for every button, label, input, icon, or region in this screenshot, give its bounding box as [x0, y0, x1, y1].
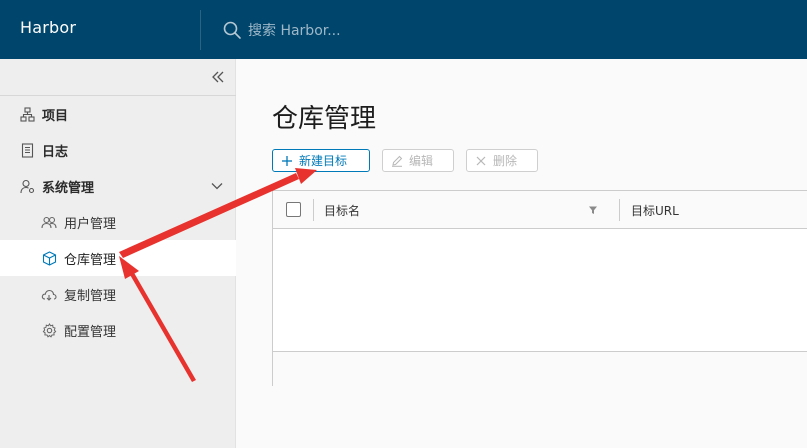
close-icon [476, 156, 486, 165]
targets-table: 目标名 目标URL [272, 190, 807, 386]
sidebar-item-users[interactable]: 用户管理 [0, 204, 236, 240]
column-header-target-name[interactable]: 目标名 [324, 202, 360, 219]
registry-box-icon [41, 250, 57, 266]
search-input[interactable]: 搜索 Harbor... [248, 20, 341, 40]
filter-icon[interactable] [588, 205, 598, 215]
sidebar-item-registries[interactable]: 仓库管理 [0, 240, 236, 276]
select-all-checkbox[interactable] [286, 202, 301, 217]
projects-icon [19, 106, 35, 122]
sidebar-item-label: 系统管理 [42, 180, 95, 196]
logs-icon [19, 142, 35, 158]
sidebar-item-projects[interactable]: 项目 [0, 96, 236, 132]
new-target-label: 新建目标 [299, 154, 348, 168]
table-header: 目标名 目标URL [273, 191, 807, 229]
sidebar-item-label: 项目 [42, 108, 69, 124]
sidebar-item-label: 用户管理 [64, 216, 117, 232]
header-divider [200, 10, 201, 50]
chevron-down-icon[interactable] [210, 179, 224, 193]
edit-label: 编辑 [409, 154, 434, 168]
double-chevron-left-icon [212, 71, 224, 83]
admin-icon [19, 178, 35, 194]
delete-label: 删除 [493, 154, 518, 168]
sidebar-item-label: 仓库管理 [64, 252, 117, 268]
search-icon [223, 21, 241, 39]
sidebar-item-configuration[interactable]: 配置管理 [0, 312, 236, 348]
sidebar: 项目 日志 系统管理 用户管理 仓库管理 复制管理 配置管理 [0, 59, 236, 448]
sidebar-item-logs[interactable]: 日志 [0, 132, 236, 168]
new-target-button[interactable]: 新建目标 [272, 149, 370, 172]
edit-button[interactable]: 编辑 [382, 149, 454, 172]
column-header-target-url[interactable]: 目标URL [631, 202, 679, 219]
sidebar-item-replication[interactable]: 复制管理 [0, 276, 236, 312]
collapse-sidebar-button[interactable] [207, 66, 229, 88]
top-header: Harbor 搜索 Harbor... [0, 0, 807, 59]
sidebar-item-label: 配置管理 [64, 324, 117, 340]
column-divider [619, 199, 620, 221]
table-footer [273, 351, 807, 386]
search-box[interactable]: 搜索 Harbor... [222, 19, 341, 41]
page-title: 仓库管理 [272, 104, 377, 134]
sidebar-item-label: 复制管理 [64, 288, 117, 304]
sidebar-item-admin[interactable]: 系统管理 [0, 168, 236, 204]
sidebar-item-label: 日志 [42, 144, 69, 160]
column-divider [313, 199, 314, 221]
delete-button[interactable]: 删除 [466, 149, 538, 172]
replication-cloud-icon [41, 286, 57, 302]
users-icon [41, 214, 57, 230]
config-gear-icon [41, 322, 57, 338]
plus-icon [282, 155, 292, 166]
pencil-icon [392, 155, 403, 167]
app-title[interactable]: Harbor [20, 18, 76, 37]
